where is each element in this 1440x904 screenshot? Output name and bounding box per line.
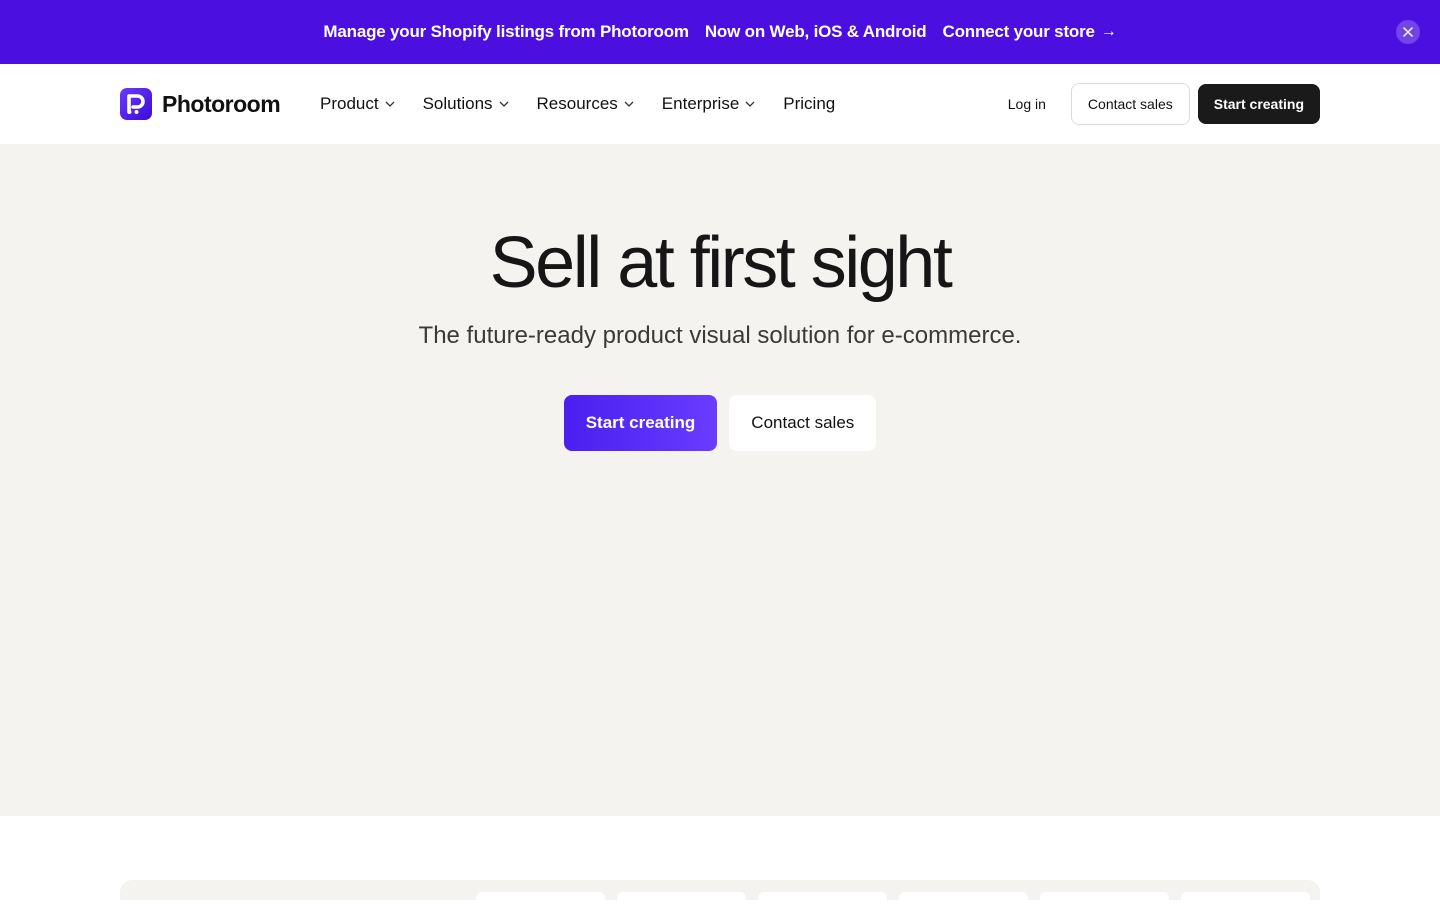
menu-item-pricing[interactable]: Pricing xyxy=(783,94,835,114)
menu-item-label: Resources xyxy=(536,94,618,113)
close-icon xyxy=(1403,27,1413,37)
chevron-down-icon xyxy=(745,101,755,107)
chevron-down-icon xyxy=(499,101,509,107)
menu-item-label: Solutions xyxy=(422,94,493,113)
hero-subtitle: The future-ready product visual solution… xyxy=(418,322,1022,349)
hero-start-creating-button[interactable]: Start creating xyxy=(563,395,718,451)
brand-name: Photoroom xyxy=(162,90,281,117)
feature-tab[interactable] xyxy=(476,892,605,904)
feature-tab[interactable] xyxy=(899,892,1028,904)
menu-item-label: Product xyxy=(320,94,379,113)
primary-menu: Product Solutions Resources Enterprise P… xyxy=(320,92,863,116)
hero-contact-sales-button[interactable]: Contact sales xyxy=(729,395,877,451)
feature-tab[interactable] xyxy=(617,892,746,904)
connect-store-label: Connect your store xyxy=(942,22,1095,41)
feature-panel xyxy=(120,880,1320,904)
feature-tab[interactable] xyxy=(1040,892,1169,904)
hero-section: Sell at first sight The future-ready pro… xyxy=(0,144,1440,816)
menu-item-enterprise[interactable]: Enterprise xyxy=(662,94,755,114)
main-navbar: Photoroom Product Solutions Resources En… xyxy=(0,64,1440,144)
menu-item-solutions[interactable]: Solutions xyxy=(423,94,509,114)
connect-store-link[interactable]: Connect your store → xyxy=(943,22,1117,42)
hero-cta-group: Start creating Contact sales xyxy=(0,395,1440,451)
menu-item-product[interactable]: Product xyxy=(320,94,395,114)
nav-actions: Log in Contact sales Start creating xyxy=(1008,83,1320,125)
menu-item-resources[interactable]: Resources xyxy=(537,94,634,114)
chevron-down-icon xyxy=(624,101,634,107)
brand-logo-link[interactable]: Photoroom xyxy=(120,88,281,120)
feature-tab[interactable] xyxy=(758,892,887,904)
hero-title: Sell at first sight xyxy=(489,223,953,303)
login-link[interactable]: Log in xyxy=(1008,96,1046,112)
contact-sales-button[interactable]: Contact sales xyxy=(1070,83,1190,125)
start-creating-button[interactable]: Start creating xyxy=(1197,84,1320,124)
menu-item-label: Pricing xyxy=(783,94,836,113)
photoroom-logo-icon xyxy=(120,88,152,120)
close-banner-button[interactable] xyxy=(1396,20,1420,44)
menu-item-label: Enterprise xyxy=(661,94,740,113)
banner-message: Manage your Shopify listings from Photor… xyxy=(323,22,689,41)
feature-tab[interactable] xyxy=(1181,892,1310,904)
banner-platforms: Now on Web, iOS & Android xyxy=(704,22,927,41)
announcement-banner: Manage your Shopify listings from Photor… xyxy=(0,0,1440,64)
chevron-down-icon xyxy=(385,101,395,107)
arrow-right-icon: → xyxy=(1100,23,1117,40)
feature-tabs xyxy=(476,892,1322,904)
